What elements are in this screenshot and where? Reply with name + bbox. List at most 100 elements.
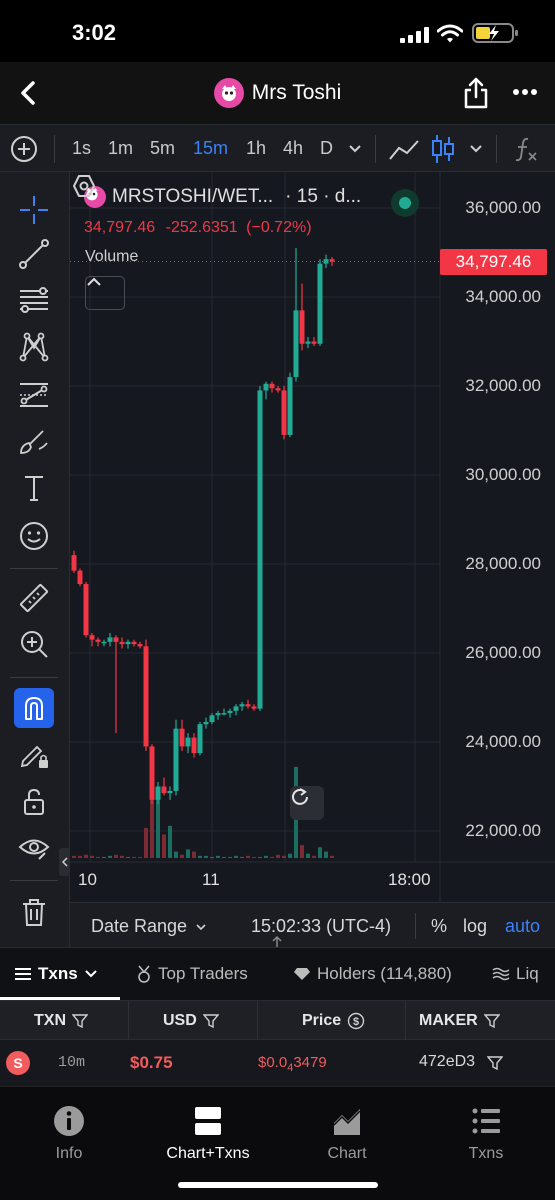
candlestick-icon[interactable]: [431, 133, 455, 165]
measure-tool[interactable]: [14, 578, 54, 618]
chart-footer: Date Range 15:02:33 (UTC-4) % log auto: [70, 902, 555, 947]
chevron-down-icon[interactable]: [469, 144, 483, 154]
list-icon: [15, 968, 31, 980]
col-divider: [405, 1001, 406, 1041]
visibility-tool[interactable]: [14, 828, 54, 868]
candle-body: [251, 706, 257, 709]
timeframe-1m[interactable]: 1m: [108, 138, 133, 159]
auto-toggle[interactable]: auto: [505, 916, 540, 937]
tab-label: Holders (114,880): [317, 964, 452, 983]
nav-txns[interactable]: Txns: [431, 1105, 541, 1163]
timeframe-5m[interactable]: 5m: [150, 138, 175, 159]
unlock-icon: [24, 788, 44, 815]
volume-bar: [222, 856, 226, 858]
nav-chart[interactable]: Chart: [292, 1105, 402, 1163]
price-tick-label: 22,000.00: [465, 821, 541, 840]
function-icon[interactable]: [512, 135, 540, 163]
live-status-dot: [391, 189, 419, 217]
crosshair-tool[interactable]: [14, 190, 54, 230]
line-chart-type-icon[interactable]: [388, 135, 420, 163]
pattern-tool[interactable]: [14, 327, 54, 367]
timeframe-d[interactable]: D: [320, 138, 333, 159]
candle-body: [311, 341, 317, 344]
tab-label: Top Traders: [158, 964, 248, 983]
text-tool[interactable]: [14, 468, 54, 508]
zoom-tool[interactable]: [14, 624, 54, 664]
col-maker[interactable]: MAKER: [419, 1012, 500, 1030]
tab-holders[interactable]: Holders (114,880): [293, 964, 452, 984]
emoji-tool[interactable]: [14, 516, 54, 556]
time-tick-label: 18:00: [388, 870, 431, 889]
volume-bar: [102, 856, 106, 858]
timeframe-15m[interactable]: 15m: [193, 138, 228, 159]
txn-maker[interactable]: 472eD3: [419, 1053, 475, 1071]
volume-bar: [132, 856, 136, 858]
candle-body: [191, 737, 197, 754]
volume-bar: [144, 828, 148, 858]
legend-change-pct: (−0.72%): [246, 219, 312, 236]
candle-body: [239, 704, 245, 707]
chevron-down-icon[interactable]: [348, 144, 362, 154]
waves-icon: [492, 967, 510, 981]
candle-body: [149, 746, 155, 800]
legend-collapse-button[interactable]: [85, 276, 125, 310]
candle-body: [227, 710, 233, 714]
delete-tool[interactable]: [14, 892, 54, 932]
fib-tool[interactable]: [14, 280, 54, 320]
candle-body: [77, 570, 83, 585]
legend-change: -252.6351: [165, 219, 238, 236]
chevron-down-icon: [84, 970, 97, 978]
medal-icon: [138, 965, 150, 983]
table-row[interactable]: S 10m $0.75 $0.043479 472eD3: [0, 1040, 555, 1086]
magnet-tool[interactable]: [14, 688, 54, 728]
nav-info[interactable]: Info: [14, 1105, 124, 1163]
price-axis[interactable]: 36,000.00 34,000.00 32,000.00 30,000.00 28,0…: [440, 172, 555, 862]
tab-top-traders[interactable]: Top Traders: [136, 964, 248, 984]
legend-price-row: 34,797.46 -252.6351 (−0.72%): [84, 219, 312, 237]
nav-chart-txns[interactable]: Chart+Txns: [153, 1105, 263, 1163]
share-icon[interactable]: [460, 76, 492, 110]
tab-txns[interactable]: Txns: [14, 964, 98, 984]
volume-bar: [246, 855, 250, 858]
timeframe-1h[interactable]: 1h: [246, 138, 266, 159]
chevron-down-icon: [196, 923, 206, 930]
chart-time[interactable]: 15:02:33 (UTC-4): [251, 916, 391, 937]
candle-body: [203, 721, 209, 725]
col-label: USD: [163, 1012, 197, 1029]
col-txn[interactable]: TXN: [34, 1012, 88, 1030]
volume-bar: [216, 855, 220, 858]
add-indicator-icon[interactable]: [10, 135, 38, 163]
volume-bar: [318, 847, 322, 858]
price-chart[interactable]: MRSTOSHI/WET... · 15 · d... 34,797.46 -2…: [70, 172, 555, 902]
percent-toggle[interactable]: %: [431, 916, 447, 937]
candle-body: [275, 388, 281, 391]
price-tick-label: 26,000.00: [465, 643, 541, 662]
reset-chart-button[interactable]: [290, 786, 324, 820]
nav-label: Chart+Txns: [166, 1145, 250, 1162]
volume-label: Volume: [85, 248, 139, 265]
filter-icon[interactable]: [487, 1055, 503, 1071]
volume-bar: [174, 851, 178, 858]
back-icon[interactable]: [12, 76, 46, 110]
chart-settings-icon[interactable]: [70, 172, 98, 200]
lock-drawings-tool[interactable]: [14, 734, 54, 774]
unlock-tool[interactable]: [14, 782, 54, 822]
timeframe-4h[interactable]: 4h: [283, 138, 303, 159]
price-tick-label: 24,000.00: [465, 732, 541, 751]
info-icon: [54, 1106, 84, 1136]
prediction-tool[interactable]: [14, 375, 54, 415]
brush-tool[interactable]: [14, 422, 54, 462]
nav-label: Txns: [468, 1145, 504, 1162]
log-toggle[interactable]: log: [463, 916, 487, 937]
date-range-button[interactable]: Date Range: [91, 916, 207, 937]
trend-line-tool[interactable]: [14, 234, 54, 274]
col-price[interactable]: Price $: [302, 1012, 365, 1030]
filter-icon: [202, 1014, 219, 1029]
volume-bar: [180, 854, 184, 858]
tab-liquidity[interactable]: Liq: [492, 964, 539, 984]
col-usd[interactable]: USD: [163, 1012, 219, 1030]
timeframe-1s[interactable]: 1s: [72, 138, 91, 159]
time-axis[interactable]: 10 11 18:00: [70, 862, 440, 902]
more-icon[interactable]: [512, 88, 538, 96]
candle-body: [167, 790, 173, 794]
